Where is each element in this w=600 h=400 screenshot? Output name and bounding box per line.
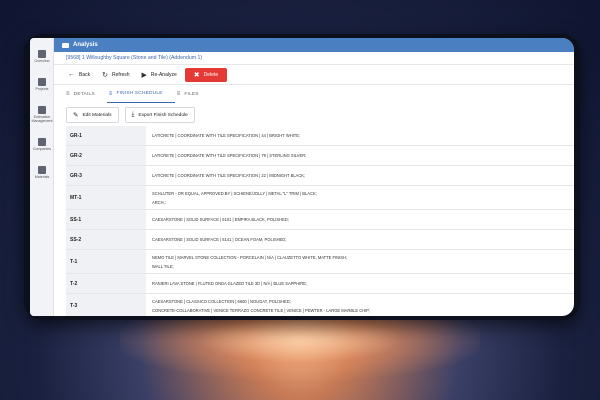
pencil-icon: ✎ [73,112,79,119]
description-line: LATICRETE | COORDINATE WITH TILE SPECIFI… [152,153,307,158]
folder-icon [62,42,69,48]
table-row[interactable]: MT-1 SCHLUTER - OR EQUAL, APPROVED BY | … [66,186,574,210]
description-line: LATICRETE | COORDINATE WITH TILE SPECIFI… [152,133,301,138]
finish-schedule-table: GR-1 LATICRETE | COORDINATE WITH TILE SP… [66,126,574,316]
material-code: GR-1 [66,126,146,145]
tab-details[interactable]: ≡ DETAILS [64,85,107,103]
reanalyze-label: Re-Analyze [150,71,177,78]
sidebar-item-companies[interactable]: Companies [30,138,54,151]
export-label: Export Finish Schedule [138,112,188,118]
delete-button[interactable]: ✖ Delete [184,67,228,82]
edit-materials-button[interactable]: ✎ Edit Materials [66,107,119,123]
edit-materials-label: Edit Materials [82,112,112,118]
sidebar: Overview Projects Estimation Management … [30,38,54,316]
table-row[interactable]: T-2 RANIERI LAVA STONE | FLUTED ONDA GLA… [66,274,574,294]
back-label: Back [79,71,91,78]
layers-icon [38,166,46,174]
app-screen: Overview Projects Estimation Management … [30,38,574,316]
description-line: WALL TILE; [152,263,174,269]
table-row[interactable]: GR-1 LATICRETE | COORDINATE WITH TILE SP… [66,126,574,146]
description-line: NEMO TILE | MARVEL STONE COLLECTION - PO… [152,254,348,260]
table-row[interactable]: GR-2 LATICRETE | COORDINATE WITH TILE SP… [66,146,574,166]
description-line: CAESARSTONE | SOLID SURFACE | 6141 | OCE… [152,237,287,242]
material-code: GR-2 [66,146,146,165]
list-icon: ≡ [66,91,70,97]
sidebar-item-projects[interactable]: Projects [30,78,54,91]
material-description: SCHLUTER - OR EQUAL, APPROVED BY | SCHIE… [146,186,574,209]
material-description: LATICRETE | COORDINATE WITH TILE SPECIFI… [146,126,574,145]
table-row[interactable]: SS-2 CAESARSTONE | SOLID SURFACE | 6141 … [66,230,574,250]
material-code: T-1 [66,250,146,273]
refresh-icon: ↻ [102,71,108,79]
list-icon: ≡ [108,90,113,97]
material-description: RANIERI LAVA STONE | FLUTED ONDA GLAZED … [146,274,574,293]
tab-finish-schedule[interactable]: ≡ FINISH SCHEDULE [106,85,175,103]
material-description: CAESARSTONE | SOLID SURFACE | 5101 | EMP… [146,210,574,229]
description-line: SCHLUTER - OR EQUAL, APPROVED BY | SCHIE… [152,190,317,196]
material-description: CAESARSTONE | SOLID SURFACE | 6141 | OCE… [146,230,574,249]
description-line: CAESARSTONE | SOLID SURFACE | 5101 | EMP… [152,217,289,222]
back-button[interactable]: ← Back [64,68,94,81]
breadcrumb[interactable]: [9568] 1 Willoughby Square (Stone and Ti… [54,52,574,65]
material-code: GR-3 [66,166,146,185]
tab-label: DETAILS [73,91,95,97]
folder-icon [38,78,46,86]
sidebar-item-label: Materials [34,175,50,179]
description-line: ARCH.; [152,199,166,205]
building-icon [38,138,46,146]
refresh-label: Refresh [112,71,130,78]
material-code: MT-1 [66,186,146,209]
grid-icon [38,50,46,58]
material-code: SS-1 [66,210,146,229]
sidebar-item-label: Companies [32,147,52,151]
play-circle-icon: ▶ [141,71,147,79]
tab-label: FILES [184,91,199,97]
table-row[interactable]: GR-3 LATICRETE | COORDINATE WITH TILE SP… [66,166,574,186]
table-row[interactable]: T-1 NEMO TILE | MARVEL STONE COLLECTION … [66,250,574,274]
sidebar-item-label: Overview [34,59,50,63]
refresh-button[interactable]: ↻ Refresh [98,68,133,82]
reanalyze-button[interactable]: ▶ Re-Analyze [138,68,181,82]
material-description: NEMO TILE | MARVEL STONE COLLECTION - PO… [146,250,574,273]
description-line: LATICRETE | COORDINATE WITH TILE SPECIFI… [152,173,306,178]
table-row[interactable]: T-3 CAESARSTONE | CLASSICO COLLECTION | … [66,294,574,316]
schedule-toolbar: ✎ Edit Materials ⤓ Export Finish Schedul… [54,106,574,124]
app-header: Analysis [54,38,574,52]
material-code: T-3 [66,294,146,316]
material-description: CAESARSTONE | CLASSICO COLLECTION | 6600… [146,294,574,316]
download-icon: ⤓ [131,111,135,118]
trash-icon: ✖ [193,71,200,79]
sidebar-item-label: Projects [35,87,49,91]
breadcrumb-text[interactable]: [9568] 1 Willoughby Square (Stone and Ti… [66,55,202,61]
delete-label: Delete [203,71,219,78]
sidebar-item-label: Estimation Management [31,115,53,123]
material-code: SS-2 [66,230,146,249]
tab-bar: ≡ DETAILS ≡ FINISH SCHEDULE ≡ FILES [54,85,574,103]
description-line: CAESARSTONE | CLASSICO COLLECTION | 6600… [152,298,291,304]
export-finish-schedule-button[interactable]: ⤓ Export Finish Schedule [124,107,195,123]
app-title: Analysis [73,42,98,48]
tab-files[interactable]: ≡ FILES [175,85,211,103]
tab-label: FINISH SCHEDULE [116,91,163,96]
sidebar-item-overview[interactable]: Overview [30,50,54,63]
list-icon: ≡ [176,91,181,97]
action-bar: ← Back ↻ Refresh ▶ Re-Analyze ✖ Delete [54,65,574,85]
material-description: LATICRETE | COORDINATE WITH TILE SPECIFI… [146,166,574,185]
description-line: CONCRETE-COLLABORATIVE | VENICE TERRAZO … [152,307,371,313]
arrow-left-icon: ← [68,71,75,78]
calculator-icon [38,106,46,114]
material-description: LATICRETE | COORDINATE WITH TILE SPECIFI… [146,146,574,165]
sidebar-item-materials[interactable]: Materials [30,166,54,179]
material-code: T-2 [66,274,146,293]
table-row[interactable]: SS-1 CAESARSTONE | SOLID SURFACE | 5101 … [66,210,574,230]
description-line: RANIERI LAVA STONE | FLUTED ONDA GLAZED … [152,281,308,286]
sidebar-item-estimation[interactable]: Estimation Management [30,106,54,123]
